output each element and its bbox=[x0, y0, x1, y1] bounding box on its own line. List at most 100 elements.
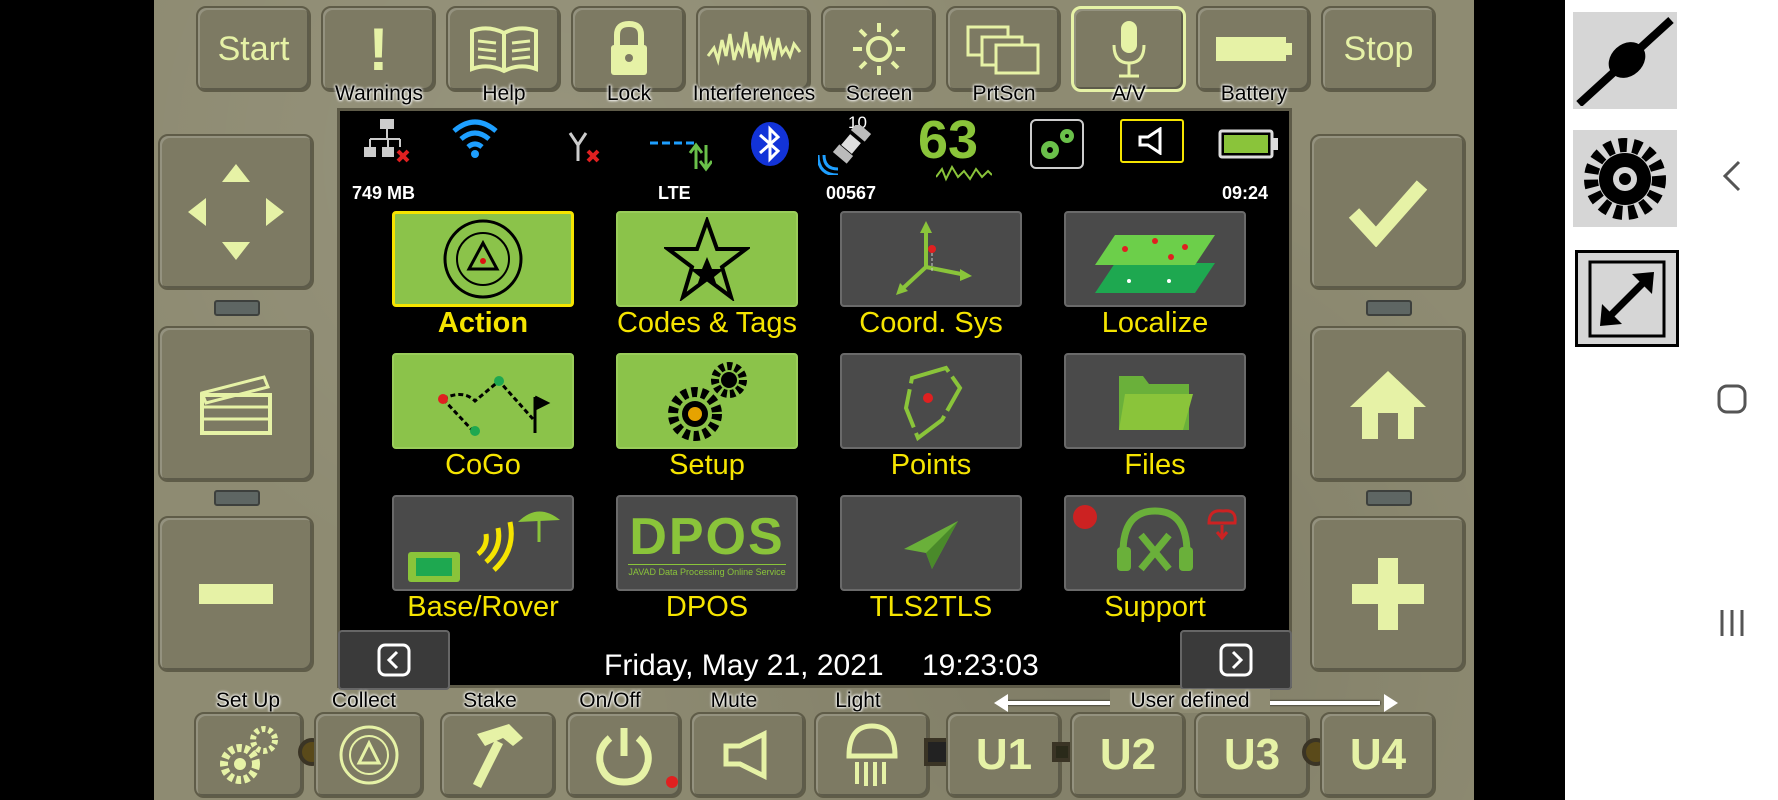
light-key-label: Light bbox=[835, 689, 881, 712]
lock-label: Lock bbox=[606, 82, 652, 105]
layers-icon bbox=[1095, 235, 1215, 293]
points-tile[interactable] bbox=[840, 353, 1022, 449]
sound-button[interactable] bbox=[1120, 119, 1184, 163]
book-icon bbox=[469, 26, 538, 74]
action-tile[interactable] bbox=[392, 211, 574, 307]
mute-key[interactable] bbox=[690, 712, 806, 798]
waveform-icon bbox=[706, 31, 801, 66]
exclamation-icon: ! bbox=[368, 15, 389, 83]
axes-icon bbox=[896, 221, 972, 295]
av-key[interactable] bbox=[1071, 6, 1186, 92]
help-key[interactable] bbox=[446, 6, 561, 92]
paper-plane-icon bbox=[904, 521, 958, 569]
arrows-icon bbox=[188, 164, 284, 260]
stop-key-label: Stop bbox=[1343, 29, 1414, 68]
previous-page-button[interactable] bbox=[338, 630, 450, 690]
back-icon[interactable] bbox=[1719, 160, 1745, 192]
dpos-label: DPOS bbox=[665, 591, 749, 623]
direction-pad[interactable] bbox=[158, 134, 314, 290]
interferences-key[interactable] bbox=[696, 6, 811, 92]
screen-key[interactable] bbox=[821, 6, 936, 92]
lte-transfer-icon bbox=[650, 141, 712, 172]
setup-key[interactable] bbox=[194, 712, 304, 798]
localize-label: Localize bbox=[1101, 307, 1209, 339]
u2-key[interactable]: U2 bbox=[1070, 712, 1186, 798]
support-label: Support bbox=[1104, 591, 1206, 623]
cogo-label: CoGo bbox=[445, 449, 521, 481]
led-indicator bbox=[214, 490, 260, 506]
u3-key[interactable]: U3 bbox=[1194, 712, 1310, 798]
folder-icon bbox=[1119, 376, 1193, 430]
led-indicator bbox=[1366, 300, 1412, 316]
lamp-icon bbox=[846, 723, 898, 786]
bluetooth-icon bbox=[751, 122, 789, 166]
stop-key[interactable]: Stop bbox=[1321, 6, 1436, 92]
light-key[interactable] bbox=[814, 712, 930, 798]
traverse-icon bbox=[438, 376, 551, 436]
resize-button[interactable] bbox=[1575, 250, 1679, 347]
lock-key[interactable] bbox=[571, 6, 686, 92]
points-label: Points bbox=[890, 449, 972, 481]
wifi-icon bbox=[452, 119, 498, 158]
recents-icon[interactable] bbox=[1717, 608, 1747, 638]
checkmark-icon bbox=[1348, 180, 1428, 247]
dpos-tile[interactable]: DPOS JAVAD Data Processing Online Servic… bbox=[616, 495, 798, 591]
base-rover-icon bbox=[408, 511, 560, 582]
satellite-icon bbox=[818, 125, 872, 175]
prtscn-label: PrtScn bbox=[972, 82, 1036, 105]
warnings-label: Warnings bbox=[335, 82, 423, 105]
setup-tile[interactable] bbox=[616, 353, 798, 449]
stake-key-label: Stake bbox=[463, 689, 517, 712]
setup-label: Setup bbox=[669, 449, 745, 481]
arrow-right-head bbox=[1384, 694, 1398, 712]
cogo-tile[interactable] bbox=[392, 353, 574, 449]
device-body: Start ! Stop Warnings Help Lock Interfer… bbox=[154, 0, 1474, 800]
clock: 09:24 bbox=[1222, 183, 1269, 203]
confirm-key[interactable] bbox=[1310, 134, 1466, 290]
star-icon bbox=[664, 217, 750, 301]
home-key[interactable] bbox=[1310, 326, 1466, 482]
settings-button[interactable] bbox=[1573, 130, 1677, 227]
power-led bbox=[666, 776, 678, 788]
localize-tile[interactable] bbox=[1064, 211, 1246, 307]
codes-tags-tile[interactable] bbox=[616, 211, 798, 307]
files-tile[interactable] bbox=[1064, 353, 1246, 449]
warnings-key[interactable]: ! bbox=[321, 6, 436, 92]
prtscn-key[interactable] bbox=[946, 6, 1061, 92]
tls2tls-tile[interactable] bbox=[840, 495, 1022, 591]
power-key[interactable] bbox=[566, 712, 682, 798]
minus-key[interactable] bbox=[158, 516, 314, 672]
satellite-id: 00567 bbox=[826, 183, 877, 203]
collect-key-label: Collect bbox=[331, 689, 397, 712]
led-dot bbox=[1052, 742, 1072, 762]
start-key-label: Start bbox=[217, 29, 290, 68]
battery-key[interactable] bbox=[1196, 6, 1311, 92]
start-key[interactable]: Start bbox=[196, 6, 311, 92]
u4-key[interactable]: U4 bbox=[1320, 712, 1436, 798]
survey-marker-icon bbox=[443, 219, 523, 299]
collect-key[interactable] bbox=[314, 712, 424, 798]
support-headset-icon bbox=[1073, 505, 1237, 572]
coord-sys-tile[interactable] bbox=[840, 211, 1022, 307]
home-icon[interactable] bbox=[1717, 384, 1747, 414]
next-page-button[interactable] bbox=[1180, 630, 1292, 690]
settings-gears-button[interactable] bbox=[1030, 119, 1084, 169]
sun-icon bbox=[852, 23, 905, 75]
files-label: Files bbox=[1124, 449, 1186, 481]
u1-key[interactable]: U1 bbox=[946, 712, 1062, 798]
action-label: Action bbox=[437, 307, 529, 339]
dpos-logo-icon: DPOS bbox=[629, 507, 785, 566]
stake-key[interactable] bbox=[440, 712, 556, 798]
base-rover-tile[interactable] bbox=[392, 495, 574, 591]
gears-icon bbox=[1041, 129, 1074, 159]
clapper-key[interactable] bbox=[158, 326, 314, 482]
plus-key[interactable] bbox=[1310, 516, 1466, 672]
chevron-right-icon bbox=[1219, 643, 1253, 677]
support-tile[interactable] bbox=[1064, 495, 1246, 591]
coord-sys-label: Coord. Sys bbox=[859, 307, 1003, 339]
microphone-icon bbox=[1112, 21, 1145, 78]
codes-tags-label: Codes & Tags bbox=[616, 307, 798, 339]
disconnect-button[interactable] bbox=[1573, 12, 1677, 109]
mute-key-label: Mute bbox=[710, 689, 758, 712]
gears-icon bbox=[220, 726, 278, 784]
